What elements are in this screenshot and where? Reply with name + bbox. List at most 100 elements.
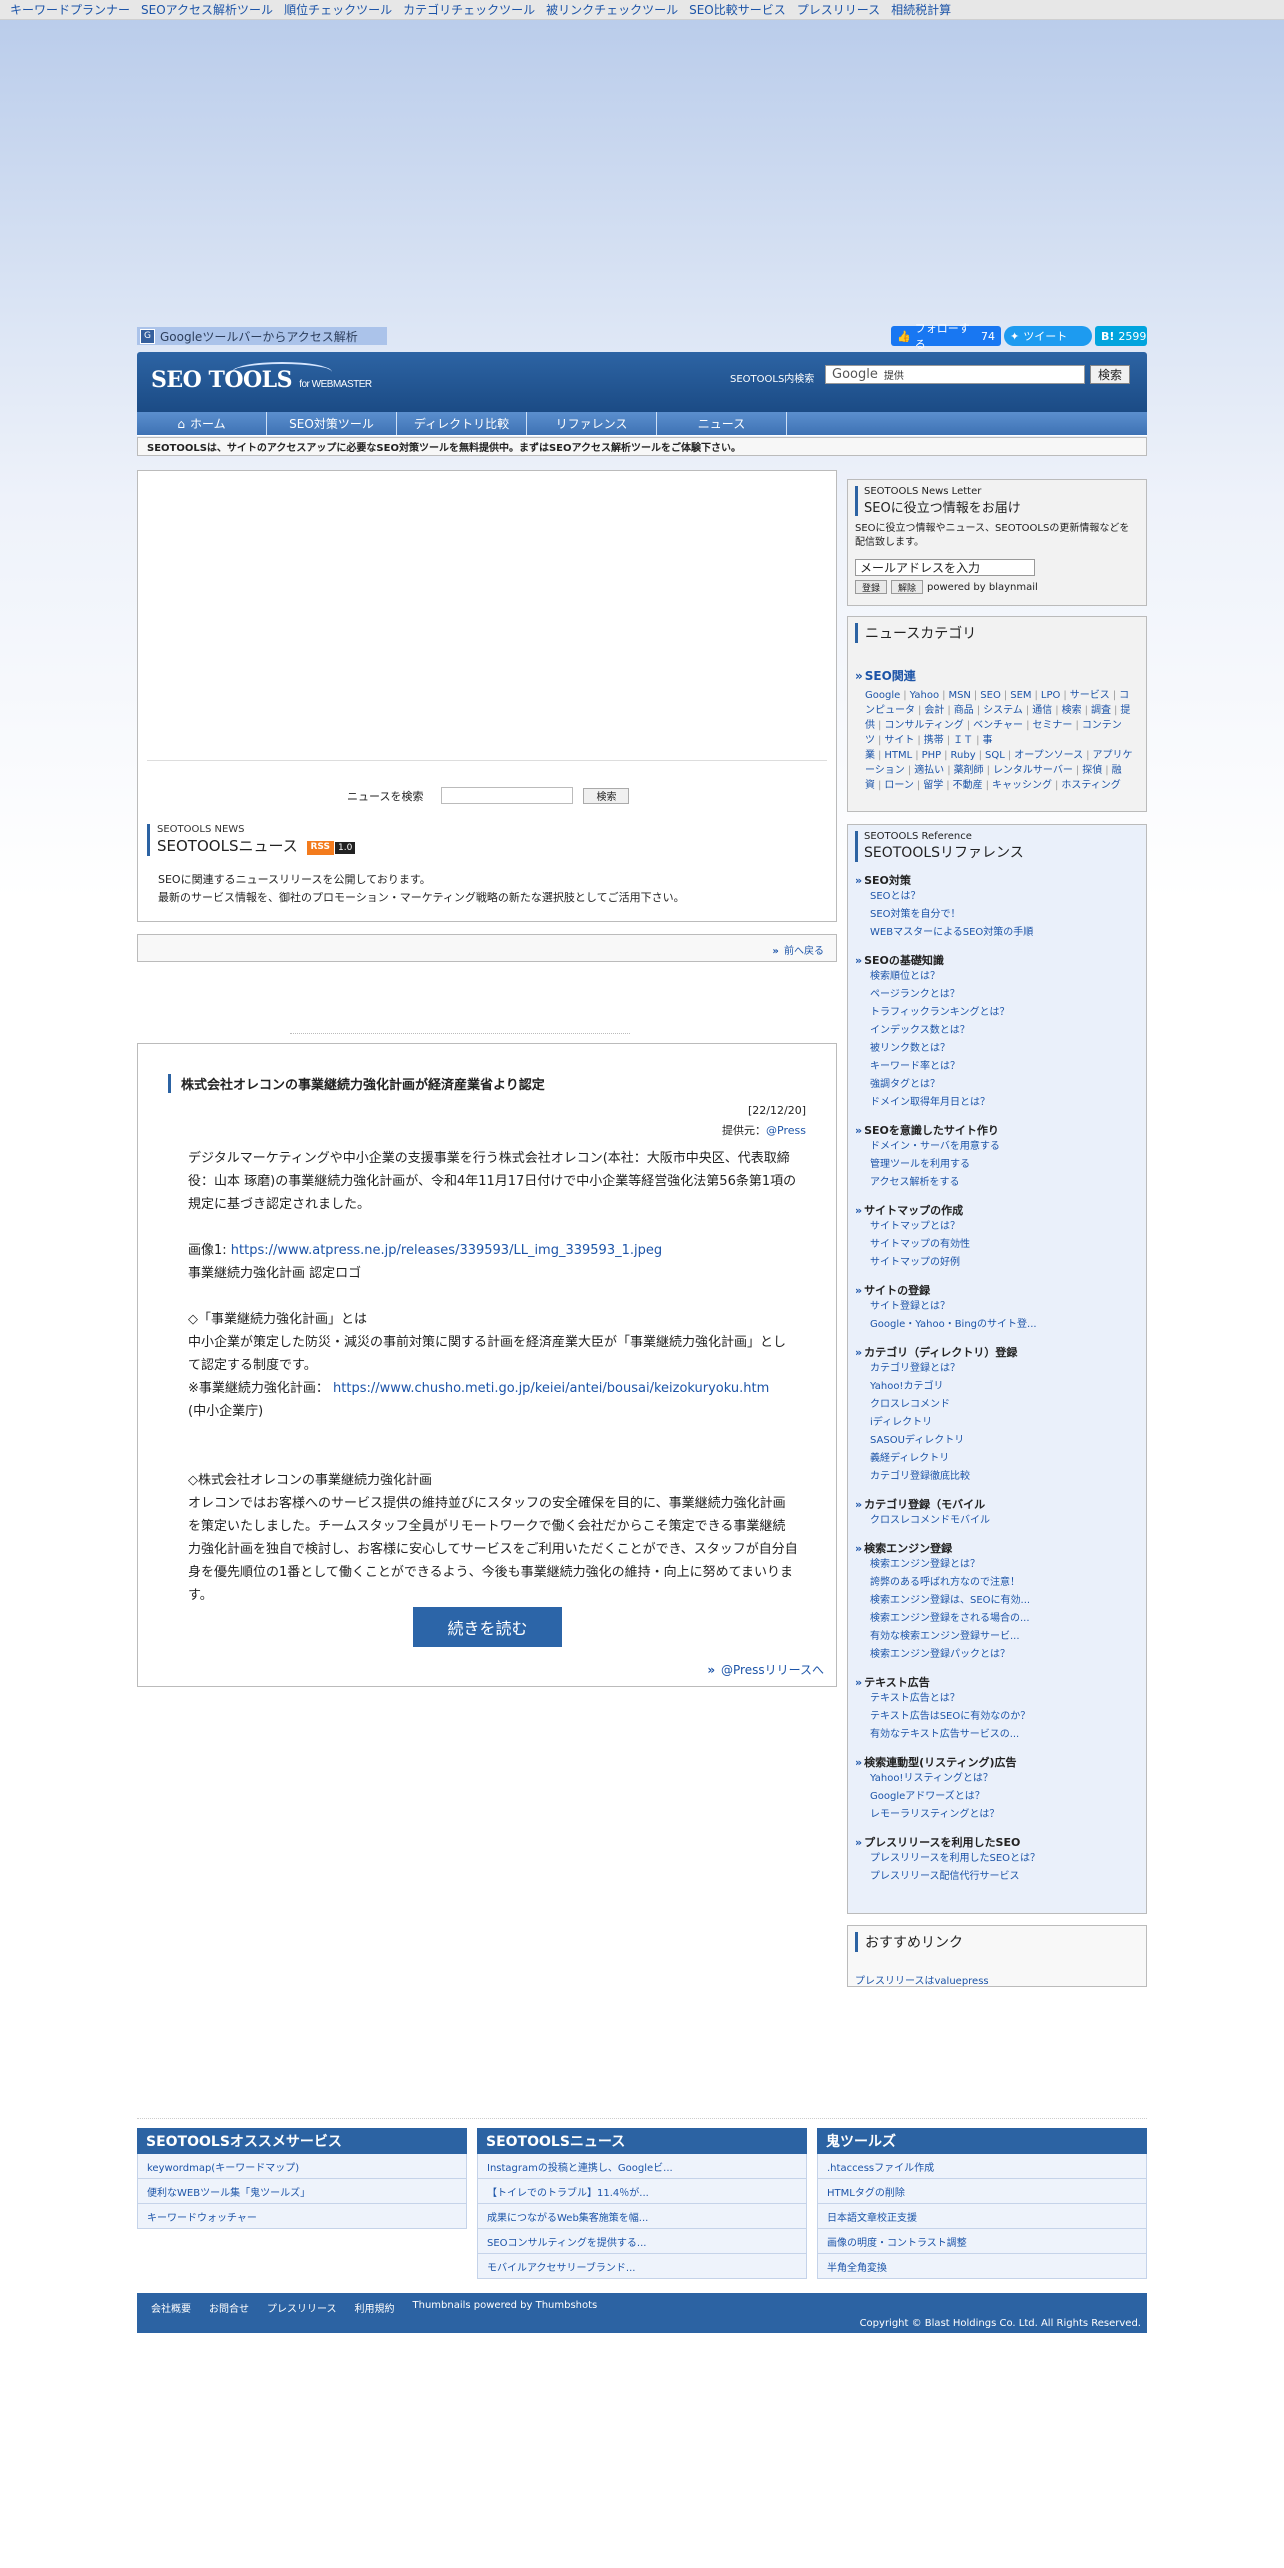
footer-bar-link[interactable]: 利用規約 bbox=[355, 2300, 395, 2315]
facebook-follow-button[interactable]: 👍 フォローする 74 bbox=[891, 322, 1001, 351]
category-tag[interactable]: SQL bbox=[985, 750, 1005, 761]
press-release-link[interactable]: » @Pressリリースへ bbox=[707, 1661, 824, 1678]
reference-link[interactable]: 検索エンジン登録パックとは？ bbox=[855, 1646, 1139, 1664]
nav-seo-tools[interactable]: SEO対策ツール bbox=[267, 412, 397, 435]
top-nav-link[interactable]: 被リンクチェックツール bbox=[546, 1, 678, 18]
category-tag[interactable]: SEM bbox=[1010, 690, 1031, 701]
nav-reference[interactable]: リファレンス bbox=[527, 412, 657, 435]
reference-link[interactable]: WEBマスターによるSEO対策の手順 bbox=[855, 924, 1139, 942]
category-tag[interactable]: HTML bbox=[884, 750, 912, 761]
reference-link[interactable]: SEO対策を自分で！ bbox=[855, 906, 1139, 924]
reference-link[interactable]: インデックス数とは？ bbox=[855, 1022, 1139, 1040]
reference-link[interactable]: 強調タグとは？ bbox=[855, 1076, 1139, 1094]
reference-link[interactable]: カテゴリ登録徹底比較 bbox=[855, 1468, 1139, 1486]
recommend-link[interactable]: プレスリリースはvaluepress bbox=[855, 1972, 1139, 1987]
category-tag[interactable]: サービス bbox=[1070, 690, 1110, 701]
reference-link[interactable]: iディレクトリ bbox=[855, 1414, 1139, 1432]
footer-link[interactable]: HTMLタグの削除 bbox=[817, 2179, 1147, 2204]
reference-link[interactable]: 誇弊のある呼ばれ方なので注意！ bbox=[855, 1574, 1139, 1592]
reference-link[interactable]: SEOとは？ bbox=[855, 888, 1139, 906]
reference-link[interactable]: ドメイン・サーバを用意する bbox=[855, 1138, 1139, 1156]
reference-link[interactable]: サイトマップの有効性 bbox=[855, 1236, 1139, 1254]
category-tag[interactable]: Google bbox=[865, 690, 900, 701]
category-tag[interactable]: 適払い bbox=[914, 765, 944, 776]
top-nav-link[interactable]: キーワードプランナー bbox=[10, 1, 130, 18]
footer-link[interactable]: 便利なWEBツール集「鬼ツールズ」 bbox=[137, 2179, 467, 2204]
back-link[interactable]: » 前へ戻る bbox=[772, 942, 824, 957]
nav-home[interactable]: ⌂ ホーム bbox=[137, 412, 267, 435]
reference-link[interactable]: Yahoo!リスティングとは？ bbox=[855, 1770, 1139, 1788]
reference-group-title[interactable]: » テキスト広告 bbox=[855, 1674, 1139, 1690]
category-tag[interactable]: 会計 bbox=[924, 705, 944, 716]
toolbar-link[interactable]: G Googleツールバーからアクセス解析 bbox=[137, 327, 387, 345]
reference-link[interactable]: レモーラリスティングとは？ bbox=[855, 1806, 1139, 1824]
reference-link[interactable]: 検索エンジン登録をされる場合の... bbox=[855, 1610, 1139, 1628]
footer-link[interactable]: SEOコンサルティングを提供する... bbox=[477, 2229, 807, 2254]
reference-link[interactable]: Google・Yahoo・Bingのサイト登... bbox=[855, 1316, 1139, 1334]
category-tag[interactable]: コンサルティング bbox=[884, 720, 963, 731]
reference-group-title[interactable]: » SEOの基礎知識 bbox=[855, 952, 1139, 968]
reference-link[interactable]: 有効なテキスト広告サービスの... bbox=[855, 1726, 1139, 1744]
category-tag[interactable]: Yahoo bbox=[910, 690, 939, 701]
news-search-input[interactable] bbox=[441, 787, 574, 804]
email-field[interactable]: メールアドレスを入力 bbox=[855, 559, 1035, 576]
reference-link[interactable]: 検索エンジン登録とは？ bbox=[855, 1556, 1139, 1574]
category-tag[interactable]: SEO bbox=[980, 690, 1001, 701]
read-more-button[interactable]: 続きを読む bbox=[413, 1607, 562, 1647]
category-tag[interactable]: ホスティング bbox=[1061, 780, 1120, 791]
top-nav-link[interactable]: SEOアクセス解析ツール bbox=[141, 1, 273, 18]
reference-link[interactable]: クロスレコメンド bbox=[855, 1396, 1139, 1414]
category-tag[interactable]: ベンチャー bbox=[973, 720, 1023, 731]
footer-link[interactable]: keywordmap(キーワードマップ) bbox=[137, 2154, 467, 2179]
category-tag[interactable]: PHP bbox=[922, 750, 942, 761]
top-nav-link[interactable]: 順位チェックツール bbox=[284, 1, 392, 18]
unsubscribe-button[interactable]: 解除 bbox=[891, 580, 924, 594]
top-nav-link[interactable]: カテゴリチェックツール bbox=[403, 1, 535, 18]
reference-link[interactable]: サイト登録とは？ bbox=[855, 1298, 1139, 1316]
category-tag[interactable]: 調査 bbox=[1091, 705, 1111, 716]
category-tag[interactable]: 商品 bbox=[954, 705, 974, 716]
footer-link[interactable]: .htaccessファイル作成 bbox=[817, 2154, 1147, 2179]
reference-group-title[interactable]: » プレスリリースを利用したSEO bbox=[855, 1834, 1139, 1850]
category-tag[interactable]: 探偵 bbox=[1082, 765, 1102, 776]
reference-link[interactable]: アクセス解析をする bbox=[855, 1174, 1139, 1192]
reference-link[interactable]: SASOUディレクトリ bbox=[855, 1432, 1139, 1450]
article-title[interactable]: 株式会社オレコンの事業継続力強化計画が経済産業省より認定 bbox=[168, 1074, 545, 1093]
category-tag[interactable]: Ruby bbox=[951, 750, 976, 761]
reference-group-title[interactable]: » 検索連動型(リスティング)広告 bbox=[855, 1754, 1139, 1770]
category-tag[interactable]: システム bbox=[983, 705, 1023, 716]
reference-link[interactable]: カテゴリ登録とは？ bbox=[855, 1360, 1139, 1378]
category-tag[interactable]: ローン bbox=[884, 780, 914, 791]
category-sub[interactable]: » SEO関連 bbox=[855, 667, 1139, 684]
category-tag[interactable]: 携帯 bbox=[924, 735, 944, 746]
top-nav-link[interactable]: プレスリリース bbox=[797, 1, 880, 18]
category-tag[interactable]: レンタルサーバー bbox=[993, 765, 1073, 776]
hatena-bookmark-button[interactable]: B! 2599 bbox=[1095, 326, 1147, 346]
site-search-button[interactable]: 検索 bbox=[1090, 365, 1130, 384]
reference-link[interactable]: https://www.chusho.meti.go.jp/keiei/ante… bbox=[333, 1381, 769, 1396]
category-tag[interactable]: キャッシング bbox=[992, 780, 1052, 791]
tweet-button[interactable]: ✦ ツイート bbox=[1004, 326, 1092, 346]
subscribe-button[interactable]: 登録 bbox=[855, 580, 888, 594]
reference-link[interactable]: プレスリリースを利用したSEOとは？ bbox=[855, 1850, 1139, 1868]
reference-link[interactable]: ドメイン取得年月日とは？ bbox=[855, 1094, 1139, 1112]
reference-link[interactable]: テキスト広告とは？ bbox=[855, 1690, 1139, 1708]
category-tag[interactable]: MSN bbox=[948, 690, 970, 701]
top-nav-link[interactable]: 相続税計算 bbox=[891, 1, 951, 18]
footer-link[interactable]: 日本語文章校正支援 bbox=[817, 2204, 1147, 2229]
footer-link[interactable]: 画像の明度・コントラスト調整 bbox=[817, 2229, 1147, 2254]
category-tag[interactable]: オープンソース bbox=[1014, 750, 1083, 761]
reference-link[interactable]: 検索順位とは？ bbox=[855, 968, 1139, 986]
reference-group-title[interactable]: » SEOを意識したサイト作り bbox=[855, 1122, 1139, 1138]
reference-group-title[interactable]: » カテゴリ（ディレクトリ）登録 bbox=[855, 1344, 1139, 1360]
rss-badge[interactable]: RSS 1.0 bbox=[306, 841, 357, 855]
reference-group-title[interactable]: » サイトの登録 bbox=[855, 1282, 1139, 1298]
category-tag[interactable]: 不動産 bbox=[953, 780, 983, 791]
footer-link[interactable]: 【トイレでのトラブル】11.4％が... bbox=[477, 2179, 807, 2204]
nav-news[interactable]: ニュース bbox=[657, 412, 787, 435]
reference-group-title[interactable]: » サイトマップの作成 bbox=[855, 1202, 1139, 1218]
footer-link[interactable]: 成果につながるWeb集客施策を幅... bbox=[477, 2204, 807, 2229]
footer-link[interactable]: 半角全角変換 bbox=[817, 2254, 1147, 2279]
image-link[interactable]: https://www.atpress.ne.jp/releases/33959… bbox=[231, 1243, 662, 1258]
category-tag[interactable]: LPO bbox=[1041, 690, 1060, 701]
